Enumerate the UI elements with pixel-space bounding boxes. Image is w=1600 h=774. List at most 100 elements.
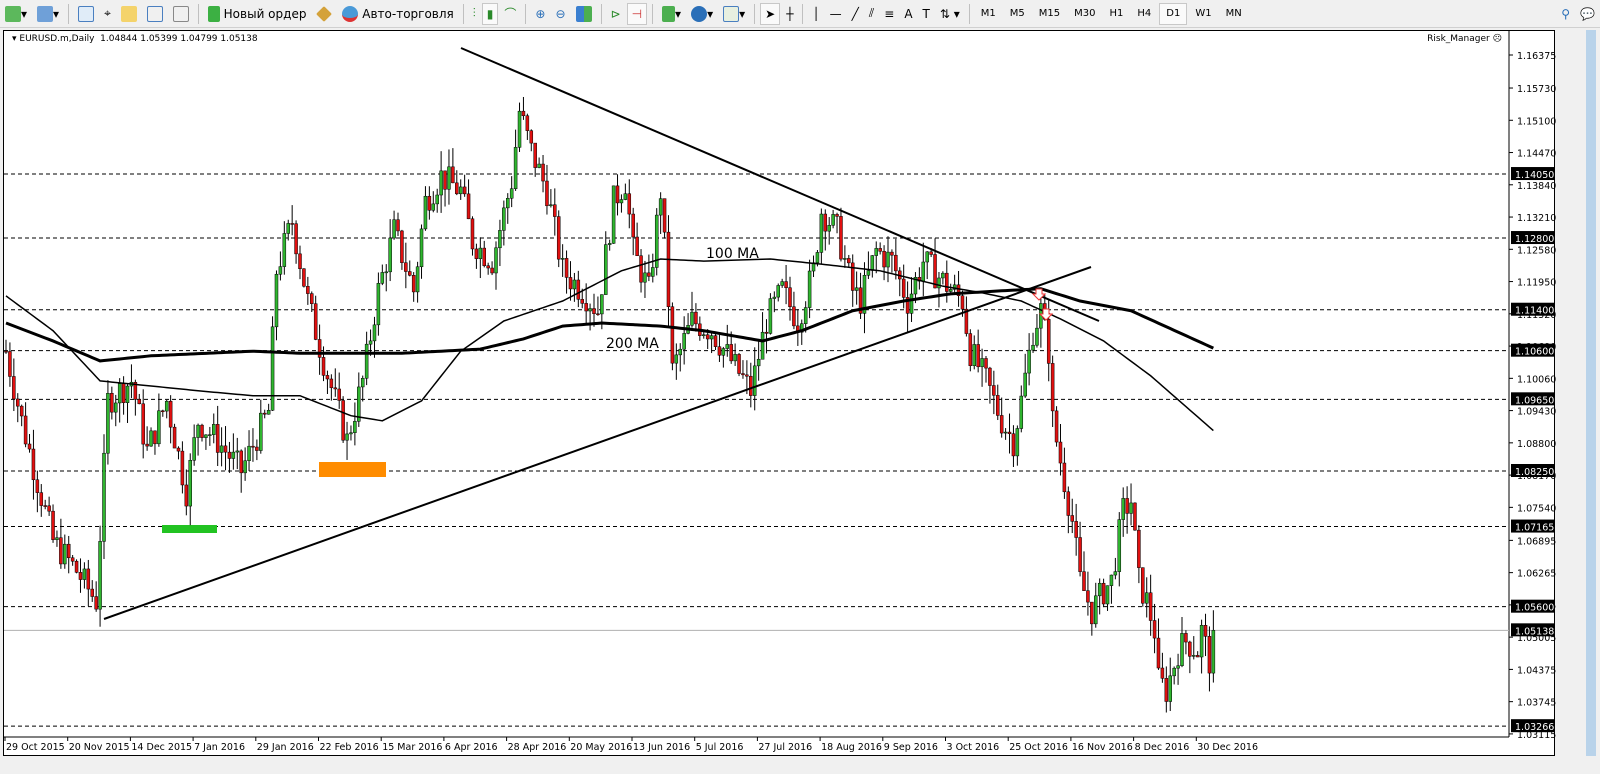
candle (772, 291, 777, 313)
tile-windows-button[interactable] (572, 3, 596, 25)
candle-body (752, 365, 757, 396)
timeframe-w1[interactable]: W1 (1189, 3, 1217, 25)
line-chart-button[interactable]: ⌒ (500, 3, 520, 25)
navigator-button[interactable] (117, 3, 141, 25)
candle (313, 295, 318, 341)
candle (525, 113, 530, 140)
candle (102, 434, 106, 559)
timeframe-mn[interactable]: MN (1220, 3, 1248, 25)
candle-body (639, 255, 643, 283)
vertical-line-button[interactable]: │ (808, 3, 823, 25)
candle (780, 278, 784, 288)
candle-body (290, 223, 294, 225)
candle-body (803, 307, 808, 324)
vertical-scrollbar[interactable] (1556, 28, 1600, 758)
zoom-in-button[interactable]: ⊕ (531, 3, 549, 25)
candle-body (435, 194, 439, 205)
candle (560, 244, 565, 277)
text-button[interactable]: A (900, 3, 916, 25)
tester-button[interactable] (169, 3, 193, 25)
candle-body (270, 326, 275, 411)
arrows-button[interactable]: ⇅ ▾ (936, 3, 964, 25)
horizontal-line-button[interactable]: — (826, 3, 846, 25)
candle (82, 562, 87, 589)
candle (223, 426, 228, 471)
indicators-button[interactable]: ▾ (658, 3, 685, 25)
crosshair-button[interactable]: ┼ (782, 3, 797, 25)
candle (1164, 666, 1169, 713)
profiles-button[interactable]: ▾ (33, 3, 63, 25)
periods-button[interactable]: ▾ (687, 3, 717, 25)
candle-body (549, 204, 553, 207)
candle-body (329, 378, 334, 389)
candle (937, 271, 941, 308)
candle (537, 157, 541, 169)
candle-body (572, 279, 577, 290)
candle-body (1195, 655, 1200, 658)
candle-body (470, 218, 475, 250)
trendline-button[interactable]: ╱ (848, 3, 863, 25)
candle (662, 198, 667, 239)
candle (992, 370, 996, 415)
candle (423, 186, 428, 231)
candle-body (1172, 667, 1176, 677)
fibonacci-button[interactable]: ≡ (880, 3, 898, 25)
candle-body (63, 543, 67, 565)
price-chart[interactable]: 1.16375 1.15730 1.15100 1.14470 1.13840 1.132… (4, 31, 1556, 757)
candle (321, 346, 326, 382)
candle-body (1007, 431, 1012, 434)
candle (572, 272, 577, 302)
chart-window[interactable]: ▾ EURUSD.m,Daily 1.04844 1.05399 1.04799… (3, 30, 1556, 757)
equidistant-channel-button[interactable]: ⫽ (865, 3, 878, 25)
text-label-button[interactable]: T (919, 3, 934, 25)
timeframe-m15[interactable]: M15 (1033, 3, 1066, 25)
autoscroll-button[interactable]: ⊳ (607, 3, 625, 25)
candle (306, 276, 310, 305)
candle (1054, 406, 1059, 447)
candle-body (972, 344, 976, 366)
timeframe-m1[interactable]: M1 (975, 3, 1002, 25)
auto-trading-button[interactable]: Авто-торговля (338, 3, 457, 25)
candle-body (419, 228, 424, 268)
bar-chart-button[interactable]: ⫶ (469, 3, 480, 25)
candlestick-button[interactable]: ▮ (481, 2, 499, 25)
candle (917, 267, 922, 290)
candle-body (643, 272, 647, 283)
timeframe-m30[interactable]: M30 (1068, 3, 1101, 25)
timeframe-m5[interactable]: M5 (1004, 3, 1031, 25)
candle (529, 129, 534, 152)
chat-button[interactable]: 💬 (1576, 3, 1599, 25)
new-order-button[interactable]: Новый ордер (204, 3, 311, 25)
candle (1094, 582, 1098, 628)
timeframe-d1[interactable]: D1 (1159, 2, 1188, 25)
candle (55, 530, 59, 547)
candle-body (729, 344, 733, 362)
cursor-button[interactable]: ➤ (760, 2, 781, 25)
search-button[interactable]: ⚲ (1557, 3, 1574, 25)
candle (110, 386, 114, 420)
chart-shift-button[interactable]: ⊣ (626, 2, 648, 25)
zoom-out-button[interactable]: ⊖ (551, 3, 569, 25)
candle (353, 402, 357, 446)
terminal-button[interactable] (143, 3, 167, 25)
scrollbar-thumb[interactable] (1586, 30, 1596, 756)
candle-body (870, 255, 875, 271)
new-chart-button[interactable]: ▾ (1, 3, 31, 25)
timeframe-h1[interactable]: H1 (1104, 3, 1130, 25)
candle-body (745, 374, 749, 377)
candle (478, 237, 483, 279)
candle-body (1027, 349, 1031, 374)
date-tick-label: 14 Dec 2015 (131, 742, 192, 753)
candle-body (384, 271, 388, 274)
candle (1152, 603, 1157, 654)
candle (462, 174, 467, 197)
candle-body (945, 272, 949, 292)
metaeditor-button[interactable] (312, 3, 336, 25)
candle (364, 331, 369, 386)
candle (631, 207, 635, 256)
templates-button[interactable]: ▾ (719, 3, 749, 25)
crosshair-nav-button[interactable]: ⌖ (100, 3, 115, 25)
timeframe-h4[interactable]: H4 (1131, 3, 1157, 25)
market-watch-button[interactable] (74, 3, 98, 25)
candle-body (1188, 641, 1192, 657)
